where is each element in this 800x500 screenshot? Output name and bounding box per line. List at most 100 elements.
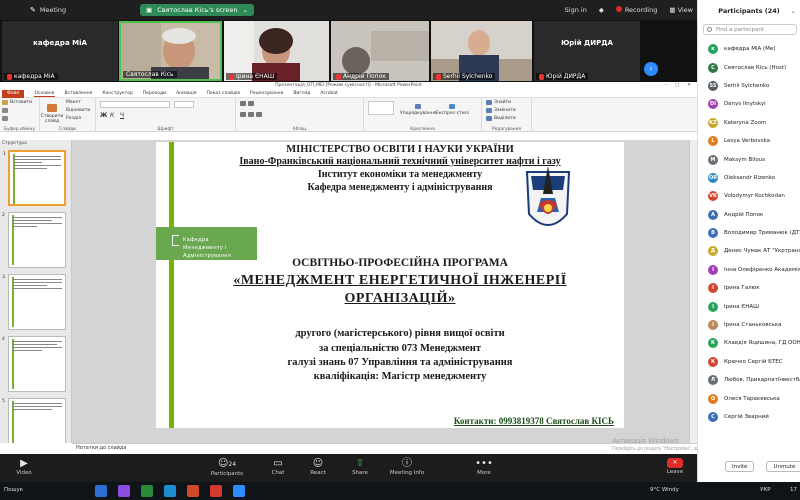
- tab-file[interactable]: Файл: [2, 89, 25, 98]
- recording-indicator[interactable]: Recording: [615, 6, 657, 14]
- participant-row[interactable]: SS Serhii Sylchenko: [698, 77, 800, 95]
- file-explorer-icon[interactable]: [95, 485, 107, 497]
- tab-design[interactable]: Конструктор: [102, 91, 132, 96]
- reset-button[interactable]: Відновити: [66, 108, 90, 113]
- slide-thumbnail[interactable]: 1: [3, 150, 66, 206]
- bullets-button[interactable]: [240, 101, 254, 106]
- tab-slideshow[interactable]: Показ слайдів: [207, 91, 240, 96]
- participant-row[interactable]: І Ірина Галюк: [698, 279, 800, 297]
- app-icon[interactable]: [118, 485, 130, 497]
- new-slide-button[interactable]: Створити слайд: [41, 104, 63, 124]
- slide-scrollbar[interactable]: [689, 140, 697, 443]
- view-button[interactable]: ▦ View: [669, 6, 693, 14]
- zoom-icon[interactable]: [233, 485, 245, 497]
- weather-widget[interactable]: 9°C Windy: [650, 487, 679, 493]
- video-tile[interactable]: кафедра МіА кафедра МіА: [2, 21, 118, 81]
- maximize-icon[interactable]: □: [675, 82, 679, 90]
- current-slide[interactable]: МІНІСТЕРСТВО ОСВІТИ І НАУКИ УКРАЇНИ Іван…: [156, 142, 624, 428]
- section-button[interactable]: Розділ: [66, 116, 81, 121]
- cut-button[interactable]: [2, 108, 8, 113]
- browser-icon[interactable]: [164, 485, 176, 497]
- participant-row[interactable]: К Крючко Сергій БТЕС: [698, 353, 800, 371]
- participant-row[interactable]: В Володимир Триманюк (ДТЕ: [698, 224, 800, 242]
- find-button[interactable]: Знайти: [486, 100, 511, 105]
- participant-row[interactable]: Л Любов, Прикарпатїнвестбан: [698, 371, 800, 389]
- slide-thumbnail[interactable]: 2: [2, 212, 66, 268]
- panel-options-icon[interactable]: ⌄: [791, 0, 796, 22]
- align-buttons[interactable]: [240, 112, 262, 117]
- tab-home[interactable]: Основне: [34, 91, 55, 97]
- notes-pane[interactable]: Нотатки до слайда: [72, 443, 697, 451]
- chat-button[interactable]: ▭ Chat: [258, 457, 298, 476]
- sign-in-link[interactable]: Sign in: [565, 6, 587, 14]
- participant-row[interactable]: Д Денис Чумак АТ "Укртранс: [698, 242, 800, 260]
- contacts: Контакти: 0993819378 Святослав КІСЬ: [453, 416, 614, 426]
- slide-thumbnail[interactable]: 4: [2, 336, 66, 392]
- invite-button[interactable]: Invite: [725, 461, 755, 472]
- video-tile[interactable]: Ірина ЄНАШ: [224, 21, 329, 81]
- slide-thumbnail[interactable]: 3: [2, 274, 66, 330]
- video-tile[interactable]: Андрій Попок: [331, 21, 429, 81]
- font-size-select[interactable]: [174, 101, 194, 108]
- screen-share-indicator[interactable]: ▣ Святослав Кісь's screen ⌄: [140, 4, 254, 16]
- copy-button[interactable]: [2, 116, 8, 121]
- tab-review[interactable]: Рецензування: [250, 91, 283, 96]
- participant-row[interactable]: І Ірина Станьковська: [698, 316, 800, 334]
- paste-button[interactable]: Вставити: [2, 100, 32, 105]
- participant-name: Kateryna Zoom: [724, 119, 767, 126]
- participant-row[interactable]: L Lesya Verbovska: [698, 132, 800, 150]
- tab-animation[interactable]: Анімація: [176, 91, 196, 96]
- participant-search-input[interactable]: Find a participant: [703, 24, 797, 35]
- tab-view[interactable]: Вигляд: [293, 91, 310, 96]
- thumbs-header[interactable]: Структура: [0, 140, 71, 147]
- participant-row[interactable]: M Maksym Bilous: [698, 150, 800, 168]
- shapes-gallery[interactable]: [368, 101, 394, 115]
- tab-transitions[interactable]: Переходи: [143, 91, 166, 96]
- layout-button[interactable]: Макет: [66, 100, 81, 105]
- participant-row[interactable]: DI Denys Ilnytskyi: [698, 95, 800, 113]
- leave-button[interactable]: ✕ Leave: [660, 457, 690, 475]
- select-button[interactable]: Виділити: [486, 116, 516, 121]
- people-icon: ☺24: [217, 458, 237, 469]
- app-icon[interactable]: [141, 485, 153, 497]
- participants-button[interactable]: ☺24 Participants: [207, 457, 247, 477]
- participant-row[interactable]: к кафедра МіА (Me): [698, 40, 800, 58]
- participant-row[interactable]: KZ Kateryna Zoom: [698, 114, 800, 132]
- close-icon[interactable]: ✕: [687, 82, 691, 90]
- participant-row[interactable]: VK Volodymyr Kochkodan: [698, 187, 800, 205]
- arrange-button[interactable]: Упорядкування: [400, 104, 437, 116]
- video-button[interactable]: ▶ Video: [4, 457, 44, 476]
- video-tile[interactable]: Юрій ДИРДА Юрій ДИРДА: [534, 21, 640, 81]
- replace-button[interactable]: Замінити: [486, 108, 516, 113]
- participant-row[interactable]: І Інна Олефіренко Академія: [698, 261, 800, 279]
- italic-button[interactable]: К: [110, 112, 114, 119]
- unmute-all-button[interactable]: Unmute: [766, 461, 800, 472]
- share-button[interactable]: ⇧ Share: [340, 457, 380, 476]
- tab-insert[interactable]: Вставлення: [65, 91, 93, 96]
- font-name-select[interactable]: [100, 101, 170, 108]
- participant-row[interactable]: І Ірина ЄНАШ: [698, 297, 800, 315]
- quick-styles-button[interactable]: Експрес-стилі: [436, 104, 469, 116]
- bold-button[interactable]: Ж: [100, 112, 107, 119]
- participant-row[interactable]: OR Oleksandr Rizenko: [698, 169, 800, 187]
- chrome-icon[interactable]: [210, 485, 222, 497]
- slide-thumbnail[interactable]: 5: [2, 398, 66, 443]
- video-tile-active[interactable]: Святослав Кісь: [119, 21, 222, 81]
- next-page-button[interactable]: ›: [644, 62, 658, 76]
- participant-row[interactable]: С Святослав Кісь (Host): [698, 58, 800, 76]
- taskbar-search[interactable]: Пошук: [4, 487, 23, 493]
- participant-row[interactable]: О Олеся Таракевська: [698, 389, 800, 407]
- tab-acrobat[interactable]: Acrobat: [320, 91, 337, 96]
- more-button[interactable]: ••• More: [464, 457, 504, 476]
- powerpoint-icon[interactable]: [187, 485, 199, 497]
- participant-row[interactable]: А Андрій Попок: [698, 206, 800, 224]
- minimize-icon[interactable]: –: [665, 82, 667, 90]
- participant-row[interactable]: С Сергій Зварний: [698, 408, 800, 426]
- react-button[interactable]: ☺ React: [298, 457, 338, 476]
- participant-row[interactable]: К Клавдія Яцишина, ГД ООН: [698, 334, 800, 352]
- underline-button[interactable]: Ч: [120, 112, 124, 119]
- video-tile[interactable]: Serhii Sylchenko: [431, 21, 532, 81]
- language-indicator[interactable]: УКР: [760, 487, 771, 493]
- clock[interactable]: 17: [790, 487, 797, 493]
- meeting-info-button[interactable]: ⓘ Meeting info: [384, 457, 430, 476]
